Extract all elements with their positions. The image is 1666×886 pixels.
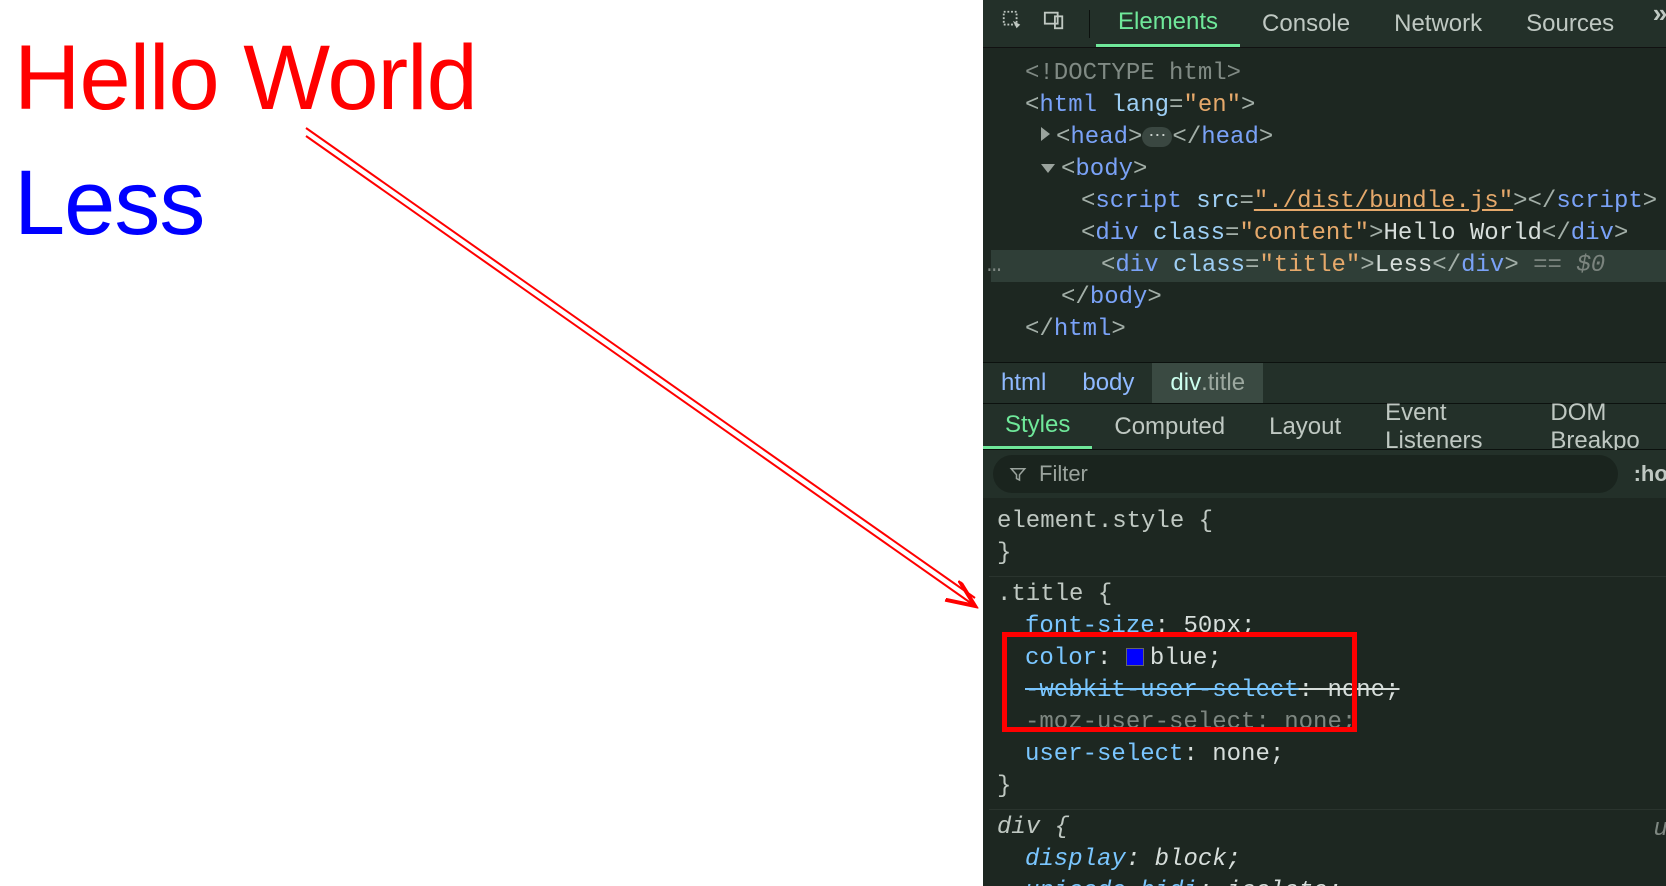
crumb-body[interactable]: body	[1064, 363, 1152, 403]
row-menu-icon[interactable]: …	[987, 250, 1001, 282]
styles-filter-row: Filter :ho	[983, 450, 1666, 498]
decl-unicode-bidi[interactable]: unicode-bidi: isolate;	[997, 876, 1666, 886]
tab-elements[interactable]: Elements	[1096, 0, 1240, 47]
tab-network[interactable]: Network	[1372, 0, 1504, 47]
tab-styles[interactable]: Styles	[983, 404, 1092, 449]
dom-div-title-selected[interactable]: … <div class="title">Less</div> == $0	[991, 250, 1666, 282]
page-less: Less	[14, 153, 969, 254]
device-toggle-icon[interactable]	[1043, 9, 1065, 39]
filter-icon	[1009, 465, 1027, 483]
page-hello-world: Hello World	[14, 28, 969, 129]
dom-div-content[interactable]: <div class="content">Hello World</div>	[991, 218, 1666, 250]
color-swatch-icon[interactable]	[1126, 648, 1144, 666]
devtools-tab-strip: Elements Console Network Sources »	[1096, 0, 1666, 47]
dom-head[interactable]: <head>⋯</head>	[991, 122, 1666, 154]
styles-pane[interactable]: element.style { } .title { font-size: 50…	[983, 498, 1666, 886]
filter-placeholder: Filter	[1039, 461, 1088, 487]
rule-element-style[interactable]: element.style { }	[989, 504, 1666, 577]
ua-source-label: u	[1653, 814, 1666, 846]
dom-body-close[interactable]: </body>	[991, 282, 1666, 314]
styles-filter-input[interactable]: Filter	[993, 455, 1618, 493]
dom-body-open[interactable]: <body>	[991, 154, 1666, 186]
styles-tab-strip: Styles Computed Layout Event Listeners D…	[983, 404, 1666, 450]
ellipsis-icon[interactable]: ⋯	[1142, 127, 1172, 147]
crumb-html[interactable]: html	[983, 363, 1064, 403]
decl-color[interactable]: color: blue;	[997, 643, 1666, 675]
decl-display[interactable]: display: block;	[997, 844, 1666, 876]
crumb-div-title[interactable]: div.title	[1152, 363, 1263, 403]
devtools-panel: Elements Console Network Sources » <!DOC…	[983, 0, 1666, 886]
toolbar-icons	[983, 9, 1083, 39]
dom-tree[interactable]: <!DOCTYPE html> <html lang="en"> <head>⋯…	[983, 48, 1666, 362]
dom-html-close[interactable]: </html>	[991, 314, 1666, 346]
toolbar-separator	[1089, 10, 1090, 38]
decl-webkit-user-select[interactable]: -webkit-user-select: none;	[997, 675, 1666, 707]
decl-font-size[interactable]: font-size: 50px;	[997, 611, 1666, 643]
dom-doctype[interactable]: <!DOCTYPE html>	[991, 58, 1666, 90]
tab-sources[interactable]: Sources	[1504, 0, 1636, 47]
rule-div-ua[interactable]: u div { display: block; unicode-bidi: is…	[989, 810, 1666, 886]
rule-title[interactable]: .title { font-size: 50px; color: blue; -…	[989, 577, 1666, 810]
tabs-overflow-icon[interactable]: »	[1636, 0, 1666, 47]
decl-moz-user-select[interactable]: -moz-user-select: none;	[997, 707, 1666, 739]
annotation-arrow	[0, 0, 983, 886]
dom-script[interactable]: <script src="./dist/bundle.js"></script>	[991, 186, 1666, 218]
page-viewport: Hello World Less	[0, 0, 983, 886]
dom-html-open[interactable]: <html lang="en">	[991, 90, 1666, 122]
root: Hello World Less	[0, 0, 1666, 886]
expand-icon[interactable]	[1041, 127, 1050, 141]
inspect-element-icon[interactable]	[1001, 9, 1023, 39]
tab-computed[interactable]: Computed	[1092, 404, 1247, 449]
tab-console[interactable]: Console	[1240, 0, 1372, 47]
decl-user-select[interactable]: user-select: none;	[997, 739, 1666, 771]
collapse-icon[interactable]	[1041, 164, 1055, 173]
hov-toggle[interactable]: :ho	[1628, 461, 1666, 487]
devtools-toolbar: Elements Console Network Sources »	[983, 0, 1666, 48]
tab-event-listeners[interactable]: Event Listeners	[1363, 404, 1528, 449]
tab-dom-breakpoints[interactable]: DOM Breakpo	[1528, 404, 1666, 449]
tab-layout[interactable]: Layout	[1247, 404, 1363, 449]
